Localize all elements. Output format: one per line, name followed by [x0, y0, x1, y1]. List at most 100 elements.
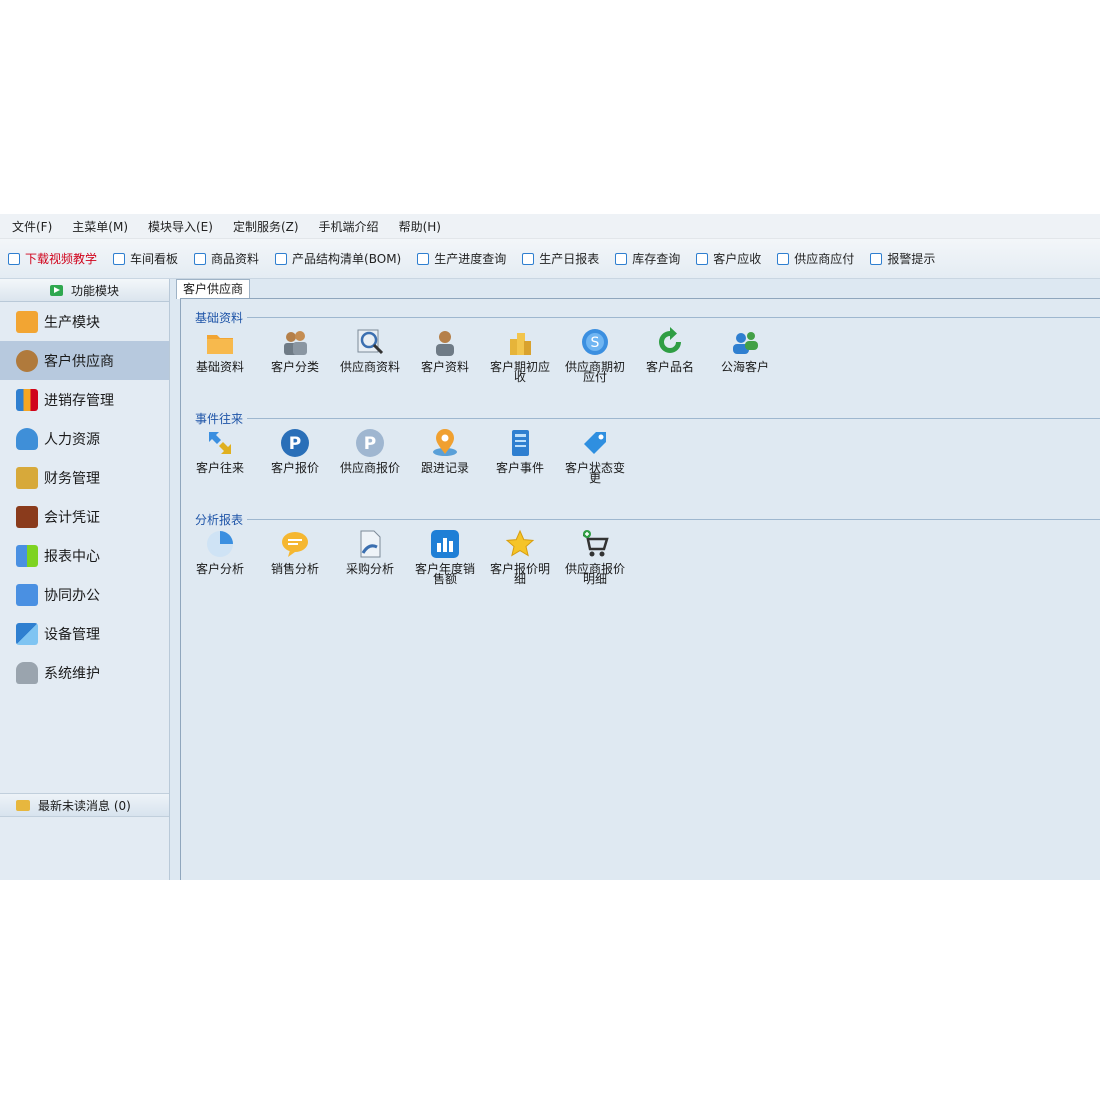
- toolbar-label: 生产进度查询: [434, 252, 507, 266]
- menu-mobile-intro[interactable]: 手机端介绍: [319, 218, 379, 235]
- sidebar-item-voucher[interactable]: 会计凭证: [0, 497, 169, 536]
- module-label: 客户年度销售额: [414, 562, 475, 586]
- tab-customer-supplier[interactable]: 客户供应商: [176, 279, 251, 299]
- module-customer-opening-receivable[interactable]: 客户期初应收: [485, 327, 555, 383]
- module-customer-annual-sales[interactable]: 客户年度销售额: [410, 529, 480, 586]
- module-customer-quotation[interactable]: P 客户报价: [260, 428, 330, 474]
- p-badge-icon: P: [280, 428, 310, 458]
- menu-main[interactable]: 主菜单(M): [72, 218, 128, 235]
- checkbox-icon: [113, 252, 126, 265]
- app-window: 文件(F) 主菜单(M) 模块导入(E) 定制服务(Z) 手机端介绍 帮助(H)…: [0, 214, 1100, 880]
- sidebar-item-reports[interactable]: 报表中心: [0, 536, 169, 575]
- sidebar-item-inventory[interactable]: 进销存管理: [0, 380, 169, 419]
- sidebar-item-label: 生产模块: [44, 314, 100, 331]
- menu-help[interactable]: 帮助(H): [399, 218, 441, 235]
- sidebar-item-system[interactable]: 系统维护: [0, 653, 169, 692]
- document-chart-icon: [355, 529, 385, 559]
- module-label: 客户事件: [495, 461, 544, 475]
- checkbox-icon: [417, 252, 430, 265]
- toolbar-payables[interactable]: 供应商应付: [777, 250, 854, 267]
- module-label: 客户报价明细: [489, 562, 550, 586]
- toolbar-label: 报警提示: [887, 252, 936, 266]
- svg-text:P: P: [364, 434, 376, 454]
- quick-toolbar: 下载视频教学 车间看板 商品资料 产品结构清单(BOM) 生产进度查询 生产日报…: [0, 239, 1100, 279]
- report-chart-icon: [16, 544, 38, 567]
- module-follow-up-records[interactable]: 跟进记录: [410, 428, 480, 475]
- toolbar-receivables[interactable]: 客户应收: [696, 250, 761, 267]
- bar-chart-icon: [16, 388, 38, 411]
- module-customer-transactions[interactable]: 客户往来: [185, 428, 255, 475]
- sidebar-item-label: 报表中心: [44, 548, 100, 565]
- sidebar-item-label: 人力资源: [44, 431, 100, 448]
- module-customer-data[interactable]: 客户资料: [410, 327, 480, 374]
- star-icon: [505, 529, 535, 559]
- section-basic-data: 基础资料 基础资料 客户分类 供应商资料 客户资料 客户期初应收 S 供应商期初…: [181, 309, 1100, 404]
- module-label: 公海客户: [720, 360, 769, 374]
- checkbox-icon: [696, 252, 709, 265]
- sidebar-item-label: 系统维护: [44, 665, 100, 682]
- module-supplier-data[interactable]: 供应商资料: [335, 327, 405, 373]
- checkbox-icon: [8, 252, 20, 265]
- module-label: 客户往来: [195, 461, 244, 475]
- sidebar-item-finance[interactable]: 财务管理: [0, 458, 169, 497]
- toolbar-production-progress[interactable]: 生产进度查询: [417, 250, 506, 267]
- toolbar-label: 客户应收: [713, 252, 762, 266]
- section-divider: [241, 519, 1100, 520]
- menu-file[interactable]: 文件(F): [12, 218, 52, 235]
- ledger-icon: [16, 505, 38, 528]
- section-event-transactions: 事件往来 客户往来 P 客户报价 P 供应商报价 跟进记录 客户事件 客户状态变…: [181, 410, 1100, 505]
- module-supplier-quotation[interactable]: P 供应商报价: [335, 428, 405, 475]
- toolbar-label: 商品资料: [211, 252, 260, 266]
- tab-bar: 客户供应商: [174, 279, 1100, 299]
- module-label: 客户分析: [195, 562, 244, 576]
- unread-messages-bar[interactable]: 最新未读消息 (0): [0, 793, 169, 817]
- menu-module-import[interactable]: 模块导入(E): [148, 218, 213, 235]
- sidebar-item-hr[interactable]: 人力资源: [0, 419, 169, 458]
- module-purchase-analysis[interactable]: 采购分析: [335, 529, 405, 576]
- module-customer-category[interactable]: 客户分类: [260, 327, 330, 373]
- calendar-icon: [16, 583, 38, 606]
- folder-icon: [16, 310, 38, 333]
- toolbar-download-video-tutorial[interactable]: 下载视频教学: [8, 250, 97, 267]
- checkbox-icon: [194, 252, 207, 265]
- toolbar-inventory-query[interactable]: 库存查询: [615, 250, 680, 267]
- module-sales-analysis[interactable]: 销售分析: [260, 529, 330, 575]
- sidebar-item-label: 财务管理: [44, 470, 100, 487]
- module-supplier-quotation-detail[interactable]: 供应商报价明细: [560, 529, 630, 585]
- section-title: 基础资料: [195, 309, 248, 326]
- toolbar-label: 下载视频教学: [25, 252, 98, 266]
- toolbar-bom[interactable]: 产品结构清单(BOM): [275, 250, 401, 267]
- sidebar: 功能模块 生产模块 客户供应商 进销存管理 人力资源 财务管理 会计凭证 报表中…: [0, 279, 170, 880]
- module-label: 客户品名: [645, 360, 694, 374]
- sidebar-item-equipment[interactable]: 设备管理: [0, 614, 169, 653]
- play-icon: [49, 284, 63, 296]
- sidebar-item-label: 客户供应商: [44, 353, 114, 370]
- module-basic-data[interactable]: 基础资料: [185, 327, 255, 374]
- module-customer-analysis[interactable]: 客户分析: [185, 529, 255, 576]
- module-label: 跟进记录: [420, 461, 469, 475]
- module-customer-status-change[interactable]: 客户状态变更: [560, 428, 630, 485]
- bar-chart-icon: [430, 529, 460, 559]
- module-label: 客户状态变更: [564, 461, 625, 485]
- module-customer-quotation-detail[interactable]: 客户报价明细: [485, 529, 555, 586]
- module-public-customers[interactable]: 公海客户: [710, 327, 780, 374]
- module-label: 采购分析: [345, 562, 394, 576]
- module-customer-product-name[interactable]: 客户品名: [635, 327, 705, 374]
- module-label: 客户资料: [420, 360, 469, 374]
- toolbar-product-data[interactable]: 商品资料: [194, 250, 259, 267]
- coins-icon: [505, 327, 535, 357]
- module-label: 供应商报价: [339, 461, 400, 475]
- module-customer-events[interactable]: 客户事件: [485, 428, 555, 475]
- toolbar-daily-report[interactable]: 生产日报表: [522, 250, 599, 267]
- toolbar-alerts[interactable]: 报警提示: [870, 250, 935, 267]
- sidebar-item-production[interactable]: 生产模块: [0, 302, 169, 341]
- sidebar-item-customer-supplier[interactable]: 客户供应商: [0, 341, 169, 380]
- menu-custom-service[interactable]: 定制服务(Z): [233, 218, 299, 235]
- checkbox-icon: [777, 252, 790, 265]
- toolbar-label: 供应商应付: [794, 252, 855, 266]
- toolbar-workshop-board[interactable]: 车间看板: [113, 250, 178, 267]
- map-pin-icon: [430, 428, 460, 458]
- sidebar-item-office[interactable]: 协同办公: [0, 575, 169, 614]
- module-label: 基础资料: [195, 360, 244, 374]
- module-supplier-opening-payable[interactable]: S 供应商期初应付: [560, 327, 630, 383]
